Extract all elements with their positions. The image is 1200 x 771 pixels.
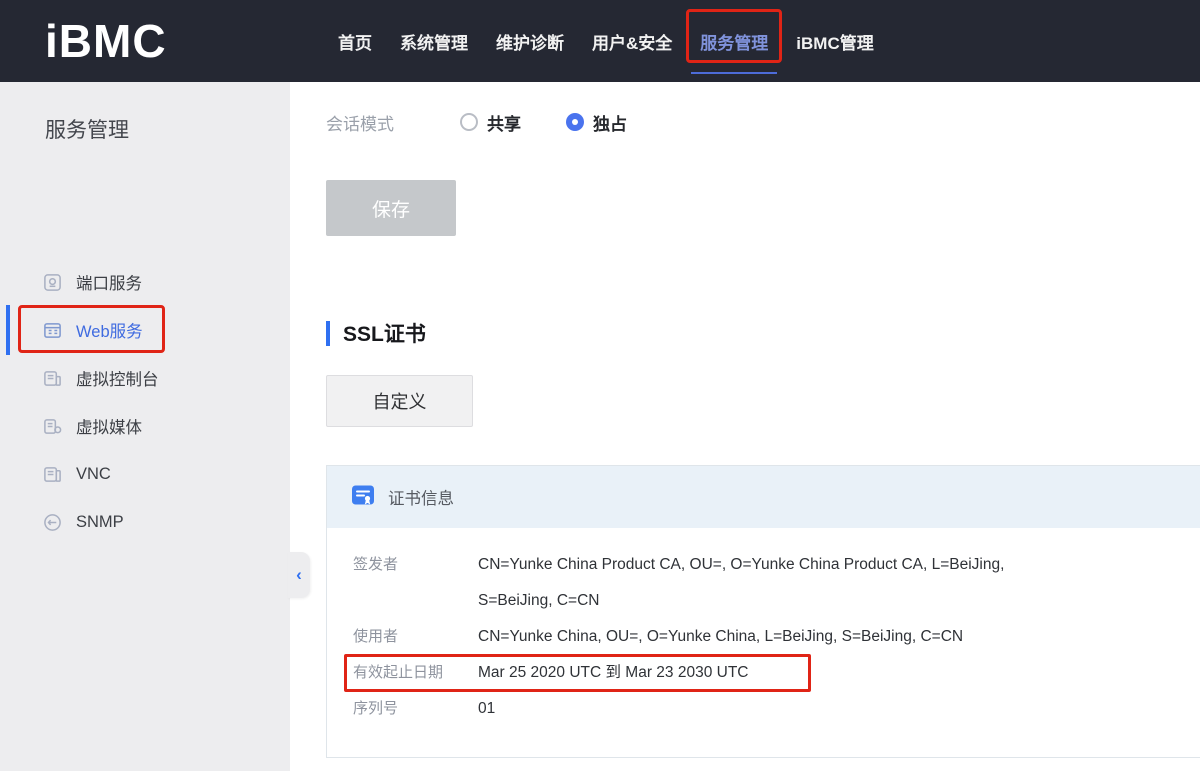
- cert-row-subject: 使用者 CN=Yunke China, OU=, O=Yunke China, …: [353, 619, 1200, 655]
- cert-row-value: CN=Yunke China, OU=, O=Yunke China, L=Be…: [478, 619, 963, 655]
- chevron-left-icon: ‹: [296, 565, 302, 585]
- radio-shared[interactable]: 共享: [460, 110, 521, 135]
- sidebar-item-vnc[interactable]: VNC: [0, 450, 290, 498]
- cert-row-label: 签发者: [353, 547, 478, 619]
- cert-row-label: 序列号: [353, 691, 478, 727]
- certificate-panel-body: 签发者 CN=Yunke China Product CA, OU=, O=Yu…: [327, 528, 1200, 727]
- primary-nav: 首页 系统管理 维护诊断 用户&安全 服务管理 iBMC管理: [338, 0, 874, 82]
- sidebar-item-web-service[interactable]: Web服务: [0, 306, 290, 354]
- nav-item-service-mgmt[interactable]: 服务管理: [700, 0, 768, 82]
- sidebar-item-label: 端口服务: [76, 270, 142, 294]
- cert-row-value: CN=Yunke China Product CA, OU=, O=Yunke …: [478, 547, 1033, 619]
- session-mode-label: 会话模式: [326, 110, 460, 135]
- port-service-icon: [42, 272, 62, 292]
- radio-circle-icon: [460, 113, 478, 131]
- sidebar-item-label: SNMP: [76, 513, 124, 532]
- ssl-section-title: SSL证书: [326, 318, 426, 348]
- section-title-text: SSL证书: [343, 318, 426, 348]
- cert-row-serial: 序列号 01: [353, 691, 1200, 727]
- sidebar-item-label: 虚拟控制台: [76, 366, 159, 390]
- radio-circle-icon: [566, 113, 584, 131]
- nav-item-label: 维护诊断: [496, 29, 564, 54]
- cert-row-validity: 有效起止日期 Mar 25 2020 UTC 到 Mar 23 2030 UTC: [353, 655, 1200, 691]
- cert-row-issuer: 签发者 CN=Yunke China Product CA, OU=, O=Yu…: [353, 547, 1200, 619]
- nav-item-home[interactable]: 首页: [338, 0, 372, 82]
- app-logo: iBMC: [45, 0, 167, 82]
- radio-label: 共享: [487, 110, 521, 135]
- nav-item-system-mgmt[interactable]: 系统管理: [400, 0, 468, 82]
- top-navbar: iBMC 首页 系统管理 维护诊断 用户&安全 服务管理 iBMC管理: [0, 0, 1200, 82]
- sidebar-menu: 端口服务 Web服务 虚拟控制台 虚拟媒体: [0, 258, 290, 546]
- nav-item-user-security[interactable]: 用户&安全: [592, 0, 672, 82]
- sidebar-item-virtual-console[interactable]: 虚拟控制台: [0, 354, 290, 402]
- sidebar-item-label: 虚拟媒体: [76, 414, 142, 438]
- nav-item-maintenance-diagnosis[interactable]: 维护诊断: [496, 0, 564, 82]
- sidebar-item-port-service[interactable]: 端口服务: [0, 258, 290, 306]
- nav-item-label: 系统管理: [400, 29, 468, 54]
- vnc-icon: [42, 464, 62, 484]
- nav-item-ibmc-mgmt[interactable]: iBMC管理: [796, 0, 873, 82]
- nav-item-label: 用户&安全: [592, 29, 672, 54]
- cert-row-value: Mar 25 2020 UTC 到 Mar 23 2030 UTC: [478, 655, 749, 691]
- web-service-icon: [42, 320, 62, 340]
- certificate-info-panel: 证书信息 签发者 CN=Yunke China Product CA, OU=,…: [326, 465, 1200, 758]
- certificate-icon: [351, 483, 375, 512]
- sidebar: 服务管理 端口服务 Web服务 虚拟控制台: [0, 82, 290, 771]
- certificate-panel-title: 证书信息: [388, 485, 454, 509]
- session-mode-row: 会话模式 共享 独占: [326, 106, 627, 138]
- virtual-media-icon: [42, 416, 62, 436]
- sidebar-item-label: Web服务: [76, 318, 143, 342]
- radio-exclusive[interactable]: 独占: [566, 110, 627, 135]
- snmp-icon: [42, 512, 62, 532]
- nav-item-label: iBMC管理: [796, 29, 873, 54]
- sidebar-item-snmp[interactable]: SNMP: [0, 498, 290, 546]
- custom-button[interactable]: 自定义: [326, 375, 473, 427]
- main-content: 会话模式 共享 独占 保存 SSL证书 自定义 证书信息: [326, 82, 1200, 771]
- sidebar-title: 服务管理: [0, 82, 290, 144]
- nav-item-label: 首页: [338, 29, 372, 54]
- active-tab-underline: [691, 72, 777, 74]
- cert-row-label: 使用者: [353, 619, 478, 655]
- cert-row-label: 有效起止日期: [353, 655, 478, 691]
- nav-item-label: 服务管理: [700, 29, 768, 54]
- virtual-console-icon: [42, 368, 62, 388]
- active-item-indicator: [6, 305, 10, 355]
- sidebar-item-virtual-media[interactable]: 虚拟媒体: [0, 402, 290, 450]
- sidebar-item-label: VNC: [76, 465, 111, 484]
- certificate-panel-header: 证书信息: [327, 466, 1200, 528]
- section-accent-bar: [326, 321, 330, 346]
- cert-row-value: 01: [478, 691, 495, 727]
- sidebar-collapse-button[interactable]: ‹: [288, 552, 310, 598]
- save-button[interactable]: 保存: [326, 180, 456, 236]
- radio-label: 独占: [593, 110, 627, 135]
